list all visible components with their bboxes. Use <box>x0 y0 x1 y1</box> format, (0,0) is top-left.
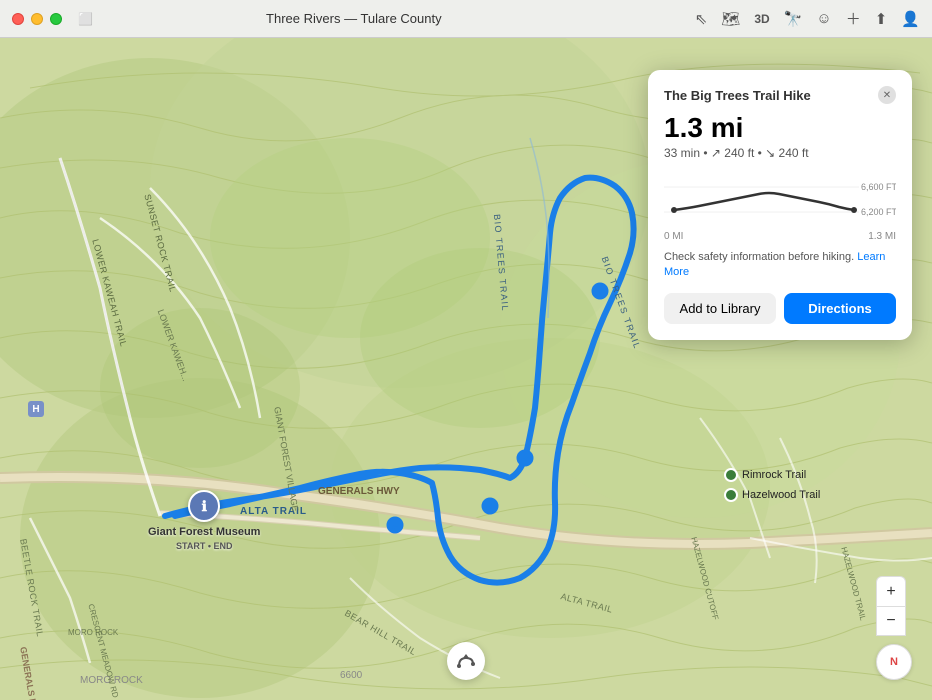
traffic-lights <box>12 13 62 25</box>
card-header: The Big Trees Trail Hike ✕ <box>664 86 896 104</box>
route-svg <box>455 650 477 672</box>
threed-icon[interactable]: 3D <box>754 12 769 26</box>
poi-sublabel: START • END <box>176 541 232 551</box>
poi-name: Giant Forest Museum START • END <box>148 525 260 554</box>
directions-button[interactable]: Directions <box>784 293 896 324</box>
map-controls: + − N <box>876 576 912 680</box>
route-icon[interactable] <box>447 642 485 680</box>
map-icon[interactable]: 🗺 <box>721 10 740 28</box>
svg-text:←: ← <box>390 521 400 532</box>
safety-note: Check safety information before hiking. … <box>664 250 896 281</box>
binoculars-icon[interactable]: 🔭 <box>784 10 803 28</box>
svg-text:↙: ↙ <box>486 502 494 513</box>
giant-forest-museum-poi[interactable]: ℹ Giant Forest Museum START • END <box>148 490 260 554</box>
hospital-marker: H <box>28 401 44 417</box>
elevation-svg: 6,600 FT 6,200 FT <box>664 172 896 227</box>
rimrock-trail-marker: Rimrock Trail <box>724 468 806 482</box>
add-to-library-button[interactable]: Add to Library <box>664 293 776 324</box>
cursor-icon[interactable]: ⇖ <box>695 10 708 28</box>
close-button[interactable] <box>12 13 24 25</box>
zoom-out-button[interactable]: − <box>876 606 906 636</box>
poi-icon: ℹ <box>188 490 220 522</box>
card-title: The Big Trees Trail Hike <box>664 88 811 103</box>
close-card-button[interactable]: ✕ <box>878 86 896 104</box>
distance: 1.3 mi <box>664 114 896 142</box>
add-icon[interactable]: ＋ <box>846 8 861 29</box>
mile-end: 1.3 MI <box>868 231 896 242</box>
elevation-chart: 6,600 FT 6,200 FT <box>664 172 896 227</box>
svg-text:MORO ROCK: MORO ROCK <box>80 675 143 686</box>
title-bar: ⬜ Three Rivers — Tulare County ⇖ 🗺 3D 🔭 … <box>0 0 932 38</box>
share-icon[interactable]: ⬆ <box>875 10 888 28</box>
poi-name-text: Giant Forest Museum <box>148 526 260 538</box>
compass-label: N <box>890 656 898 668</box>
mile-start: 0 MI <box>664 231 683 242</box>
rimrock-trail-name: Rimrock Trail <box>742 469 806 481</box>
card-buttons: Add to Library Directions <box>664 293 896 324</box>
zoom-in-button[interactable]: + <box>876 576 906 606</box>
trail-card: The Big Trees Trail Hike ✕ 1.3 mi 33 min… <box>648 70 912 340</box>
hazelwood-trail-name: Hazelwood Trail <box>742 489 820 501</box>
svg-text:6,600 FT: 6,600 FT <box>861 182 896 192</box>
svg-text:↙: ↙ <box>521 454 529 465</box>
window-title: Three Rivers — Tulare County <box>101 11 607 26</box>
safety-text: Check safety information before hiking. <box>664 251 854 263</box>
compass[interactable]: N <box>876 644 912 680</box>
face-icon[interactable]: ☺ <box>816 10 831 27</box>
chart-miles: 0 MI 1.3 MI <box>664 231 896 242</box>
stats: 33 min • ↗ 240 ft • ↘ 240 ft <box>664 146 896 160</box>
trail-dot-2 <box>724 488 738 502</box>
map-container[interactable]: ↙ ↑ ↙ ← 6600 MORO ROCK BIO TREES TRAIL B… <box>0 38 932 700</box>
trail-dot <box>724 468 738 482</box>
fullscreen-button[interactable] <box>50 13 62 25</box>
minimize-button[interactable] <box>31 13 43 25</box>
window-document-icon: ⬜ <box>78 12 93 26</box>
svg-text:6600: 6600 <box>340 670 363 681</box>
svg-text:↑: ↑ <box>598 287 603 298</box>
toolbar: ⇖ 🗺 3D 🔭 ☺ ＋ ⬆ 👤 <box>695 8 920 29</box>
svg-text:6,200 FT: 6,200 FT <box>861 207 896 217</box>
account-icon[interactable]: 👤 <box>901 10 920 28</box>
hazelwood-trail-marker: Hazelwood Trail <box>724 488 820 502</box>
